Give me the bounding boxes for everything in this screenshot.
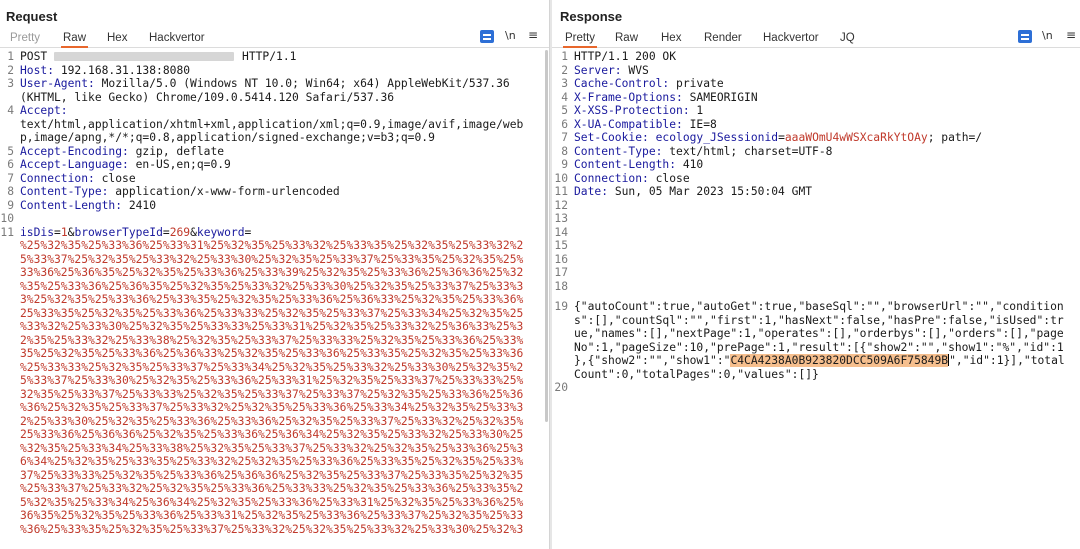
encoded-value-line: %25%33%33%25%32%35%25%33%37%25%33%34%25%…	[20, 360, 524, 374]
header-content-length: Content-Length: 410	[574, 158, 704, 171]
request-tabs: Pretty Raw Hex Hackvertor	[0, 29, 549, 48]
response-tab-jq[interactable]: JQ	[840, 31, 855, 48]
response-tab-hex[interactable]: Hex	[661, 31, 681, 48]
request-title: Request	[6, 9, 58, 24]
encoded-value-line: 2%35%25%33%32%25%33%38%25%32%35%25%33%37…	[20, 333, 524, 347]
response-tab-render[interactable]: Render	[704, 31, 742, 48]
encoded-value-line: 3%25%32%35%25%33%36%25%33%35%25%32%35%25…	[20, 293, 524, 306]
encoded-value-line: 37%25%33%33%25%32%35%25%33%36%25%36%36%2…	[20, 468, 524, 482]
header-date: Date: Sun, 05 Mar 2023 15:50:04 GMT	[574, 185, 813, 198]
header-x-ua-compatible: X-UA-Compatible: IE=8	[574, 117, 717, 131]
header-content-type: Content-Type: text/html; charset=UTF-8	[574, 144, 833, 158]
header-user-agent: User-Agent: Mozilla/5.0 (Windows NT 10.0…	[20, 77, 510, 90]
request-pane: Request Pretty Raw Hex Hackvertor \n ≡ 1…	[0, 0, 549, 549]
header-connection: Connection: close	[574, 171, 690, 185]
header-content-type: Content-Type: application/x-www-form-url…	[20, 185, 340, 198]
response-title: Response	[560, 9, 623, 24]
request-body-params: isDis=1&browserTypeId=269&keyword=	[20, 225, 252, 239]
encoded-value-line: 5%32%35%25%33%34%25%36%34%25%32%35%25%33…	[20, 495, 524, 509]
json-body-line: ue,"names":[],"nextPage":1,"operates":[]…	[574, 327, 1064, 340]
encoded-value-line: %36%25%32%35%25%33%37%25%33%32%25%32%35%…	[20, 401, 524, 414]
encoded-value-line: 32%35%25%33%37%25%33%33%25%32%35%25%33%3…	[20, 387, 524, 401]
request-editor[interactable]: 1 POST HTTP/1.1 2 Host: 192.168.31.138:8…	[0, 50, 549, 549]
encoded-value-line: 25%33%36%25%36%36%25%32%35%25%33%36%25%3…	[20, 428, 524, 441]
json-body-line: No":1,"pageSize":10,"prePage":1,"result"…	[574, 340, 1064, 354]
request-tab-hackvertor[interactable]: Hackvertor	[149, 31, 205, 48]
response-pane: Response Pretty Raw Hex Render Hackverto…	[552, 0, 1080, 549]
encoded-value-line: %33%32%25%33%30%25%32%35%25%33%33%25%33%…	[20, 320, 524, 333]
highlighted-hash[interactable]: C4CA4238A0B923820DCC509A6F75849B	[730, 354, 949, 367]
encoded-value-line: %25%33%37%25%33%32%25%32%35%25%33%36%25%…	[20, 482, 524, 495]
json-body-line: Count":0,"totalPages":0,"values":[]}	[574, 367, 819, 381]
header-server: Server: WVS	[574, 63, 649, 77]
header-accept: Accept:	[20, 104, 68, 117]
response-tab-hackvertor[interactable]: Hackvertor	[763, 31, 819, 48]
header-cache-control: Cache-Control: private	[574, 77, 724, 90]
encoded-value-line: 25%33%35%25%32%35%25%33%36%25%33%33%25%3…	[20, 306, 524, 320]
header-accept-language: Accept-Language: en-US,en;q=0.9	[20, 158, 231, 171]
response-tabs: Pretty Raw Hex Render Hackvertor JQ	[552, 29, 1080, 48]
json-body-line: {"autoCount":true,"autoGet":true,"baseSq…	[574, 300, 1064, 313]
request-line: POST HTTP/1.1	[20, 50, 297, 63]
menu-icon[interactable]: ≡	[1066, 28, 1076, 42]
encoded-value-line: 36%35%25%32%35%25%33%36%25%33%31%25%32%3…	[20, 509, 524, 522]
response-tab-pretty[interactable]: Pretty	[563, 31, 598, 48]
json-body-line: },{"show2":"","show1":"C4CA4238A0B923820…	[574, 354, 1065, 367]
encoded-value-line: %32%35%25%33%34%25%33%38%25%32%35%25%33%…	[20, 441, 524, 455]
response-viewer[interactable]: 1 HTTP/1.1 200 OK 2 Server: WVS 3 Cache-…	[552, 50, 1080, 549]
encoded-value-line: 2%25%33%30%25%32%35%25%33%36%25%33%36%25…	[20, 414, 524, 428]
encoded-value-line: 5%33%37%25%33%30%25%32%35%25%33%36%25%33…	[20, 374, 524, 387]
word-wrap-icon[interactable]	[480, 30, 494, 43]
header-x-xss-protection: X-XSS-Protection: 1	[574, 104, 704, 117]
show-newlines-button[interactable]: \n	[505, 29, 516, 42]
header-accept-encoding: Accept-Encoding: gzip, deflate	[20, 144, 225, 158]
header-content-length: Content-Length: 2410	[20, 198, 157, 212]
redacted-path	[54, 52, 235, 61]
encoded-value-line: %36%25%33%35%25%32%35%25%33%37%25%33%32%…	[20, 522, 524, 536]
word-wrap-icon[interactable]	[1018, 30, 1032, 43]
show-newlines-button[interactable]: \n	[1042, 29, 1053, 42]
header-set-cookie: Set-Cookie: ecology_JSessionid=aaaWOmU4w…	[574, 131, 983, 144]
menu-icon[interactable]: ≡	[528, 28, 538, 42]
encoded-value-line: 5%33%37%25%32%35%25%33%32%25%33%30%25%32…	[20, 252, 524, 266]
json-body-line: s":[],"countSql":"","first":1,"hasNext":…	[574, 313, 1064, 327]
encoded-value-line: 35%25%32%35%25%33%36%25%36%33%25%32%35%2…	[20, 347, 524, 360]
request-tab-raw[interactable]: Raw	[61, 31, 89, 48]
header-host: Host: 192.168.31.138:8080	[20, 63, 191, 77]
encoded-value-line: 6%34%25%32%35%25%33%35%25%33%32%25%32%35…	[20, 455, 524, 468]
encoded-value-line: 33%36%25%36%35%25%32%35%25%33%36%25%33%3…	[20, 266, 524, 279]
response-tab-raw[interactable]: Raw	[615, 31, 638, 48]
status-line: HTTP/1.1 200 OK	[574, 50, 677, 63]
encoded-value-line: %35%25%33%36%25%36%35%25%32%35%25%33%32%…	[20, 279, 524, 293]
request-tab-pretty[interactable]: Pretty	[10, 31, 40, 48]
header-connection: Connection: close	[20, 171, 136, 185]
encoded-value-line: %25%32%35%25%33%36%25%33%31%25%32%35%25%…	[20, 239, 524, 252]
header-x-frame-options: X-Frame-Options: SAMEORIGIN	[574, 90, 758, 104]
request-tab-hex[interactable]: Hex	[107, 31, 127, 48]
request-scrollbar[interactable]	[545, 50, 548, 422]
